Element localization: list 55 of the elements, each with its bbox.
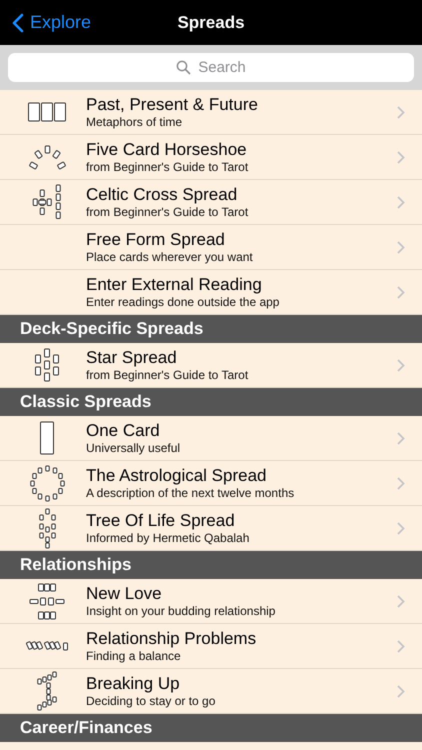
chevron-icon (397, 476, 405, 490)
spread-subtitle: Deciding to stay or to go (86, 694, 216, 708)
back-button[interactable]: Explore (8, 8, 96, 37)
chevron-icon (397, 150, 405, 164)
chevron-icon (397, 432, 405, 444)
card-layout-icon (38, 508, 56, 548)
spread-subtitle: Place cards wherever you want (86, 250, 254, 264)
section-header: Classic Spreads (0, 388, 422, 416)
spread-title: Breaking Up (86, 674, 181, 694)
spread-subtitle: Finding a balance (86, 648, 182, 664)
card-layout-icon (28, 144, 66, 170)
chevron-icon (397, 522, 405, 534)
spread-subtitle: Enter readings done outside the app (86, 294, 280, 310)
card-layout-icon (29, 582, 65, 620)
chevron-icon (397, 106, 405, 118)
chevron-icon (12, 12, 24, 32)
spread-subtitle: Universally useful (86, 440, 182, 456)
spread-title: Five Card Horseshoe (86, 140, 248, 160)
chevron-icon (397, 684, 405, 698)
spread-subtitle: A description of the next twelve months (86, 486, 296, 500)
card-layout-icon (31, 184, 63, 220)
screen-title: Spreads (177, 12, 245, 32)
spread-subtitle: from Beginner's Guide to Tarot (86, 368, 250, 382)
spread-row[interactable]: Tree Of Life Spread Informed by Hermetic Qabalah (0, 506, 422, 551)
spread-row[interactable]: Breaking Up Deciding to stay or to go (0, 669, 422, 714)
spread-title: Free Form Spread (86, 230, 226, 250)
section-header: Career/Finances (0, 714, 422, 742)
chevron-icon (397, 286, 405, 298)
card-layout-icon (28, 464, 66, 502)
section-header: Relationships (0, 551, 422, 579)
card-layout-icon (24, 641, 70, 651)
spread-subtitle: Metaphors of time (86, 114, 184, 130)
chevron-icon (397, 240, 405, 254)
chevron-icon (397, 594, 405, 608)
chevron-icon (397, 640, 405, 652)
spread-title: Relationship Problems (86, 628, 258, 648)
spread-subtitle: from Beginner's Guide to Tarot (86, 160, 250, 174)
spread-title: Tree Of Life Spread (86, 510, 236, 530)
card-layout-icon (33, 348, 61, 382)
section-header: Deck-Specific Spreads (0, 315, 422, 343)
spread-title: One Card (86, 420, 161, 440)
spread-subtitle: Insight on your budding relationship (86, 604, 276, 618)
spread-title: Enter External Reading (86, 274, 263, 294)
spread-title: Past, Present & Future (86, 94, 259, 114)
card-layout-icon (36, 671, 58, 711)
spread-subtitle: from Beginner's Guide to Tarot (86, 204, 250, 220)
search-field[interactable]: Search (8, 53, 414, 82)
spread-title: The Astrological Spread (86, 466, 268, 486)
spread-title: Celtic Cross Spread (86, 184, 238, 204)
spread-title: New Love (86, 584, 163, 604)
chevron-icon (397, 358, 405, 372)
chevron-icon (397, 196, 405, 208)
search-icon (176, 60, 191, 75)
spread-title: Star Spread (86, 348, 178, 368)
spread-subtitle: Informed by Hermetic Qabalah (86, 530, 250, 546)
